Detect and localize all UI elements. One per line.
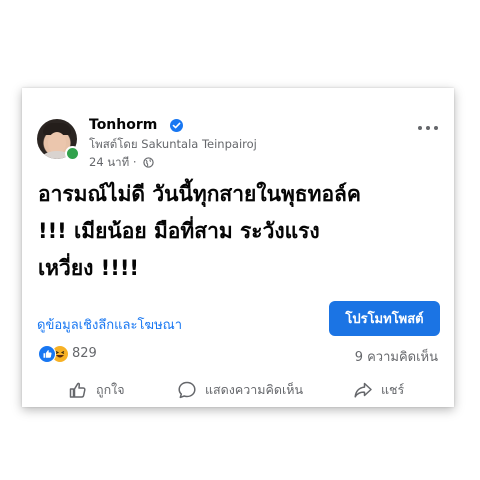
comment-count[interactable]: 9 ความคิดเห็น xyxy=(355,346,438,367)
comment-bubble-icon xyxy=(178,381,196,399)
post-text: อารมณ์ไม่ดี วันนี้ทุกสายในพุธทอล์ค !!! เ… xyxy=(38,182,361,280)
comment-label: แสดงความคิดเห็น xyxy=(205,382,304,397)
share-label: แชร์ xyxy=(381,382,405,397)
online-status-dot xyxy=(65,146,80,161)
like-button[interactable]: ถูกใจ xyxy=(68,379,125,401)
share-button[interactable]: แชร์ xyxy=(353,379,404,401)
post-meta: 24 นาที · xyxy=(89,154,154,172)
post-timestamp[interactable]: 24 นาที · xyxy=(89,155,137,169)
verified-badge-icon xyxy=(170,119,183,132)
post-card: Tonhorm โพสต์โดย Sakuntala Teinpairoj 24… xyxy=(22,88,454,407)
audience-globe-icon[interactable] xyxy=(143,157,154,168)
more-options-icon[interactable] xyxy=(416,121,440,135)
thumbs-up-icon xyxy=(69,382,86,398)
comment-button[interactable]: แสดงความคิดเห็น xyxy=(177,379,303,401)
page-name[interactable]: Tonhorm xyxy=(89,117,157,133)
like-reaction-icon xyxy=(38,345,56,363)
share-arrow-icon xyxy=(354,382,372,398)
insights-ads-link[interactable]: ดูข้อมูลเชิงลึกและโฆษณา xyxy=(37,314,182,335)
promote-post-button[interactable]: โปรโมทโพสต์ xyxy=(329,301,440,336)
posted-by-text: โพสต์โดย Sakuntala Teinpairoj xyxy=(89,137,257,151)
like-label: ถูกใจ xyxy=(96,382,125,397)
reaction-count[interactable]: 829 xyxy=(72,346,97,361)
